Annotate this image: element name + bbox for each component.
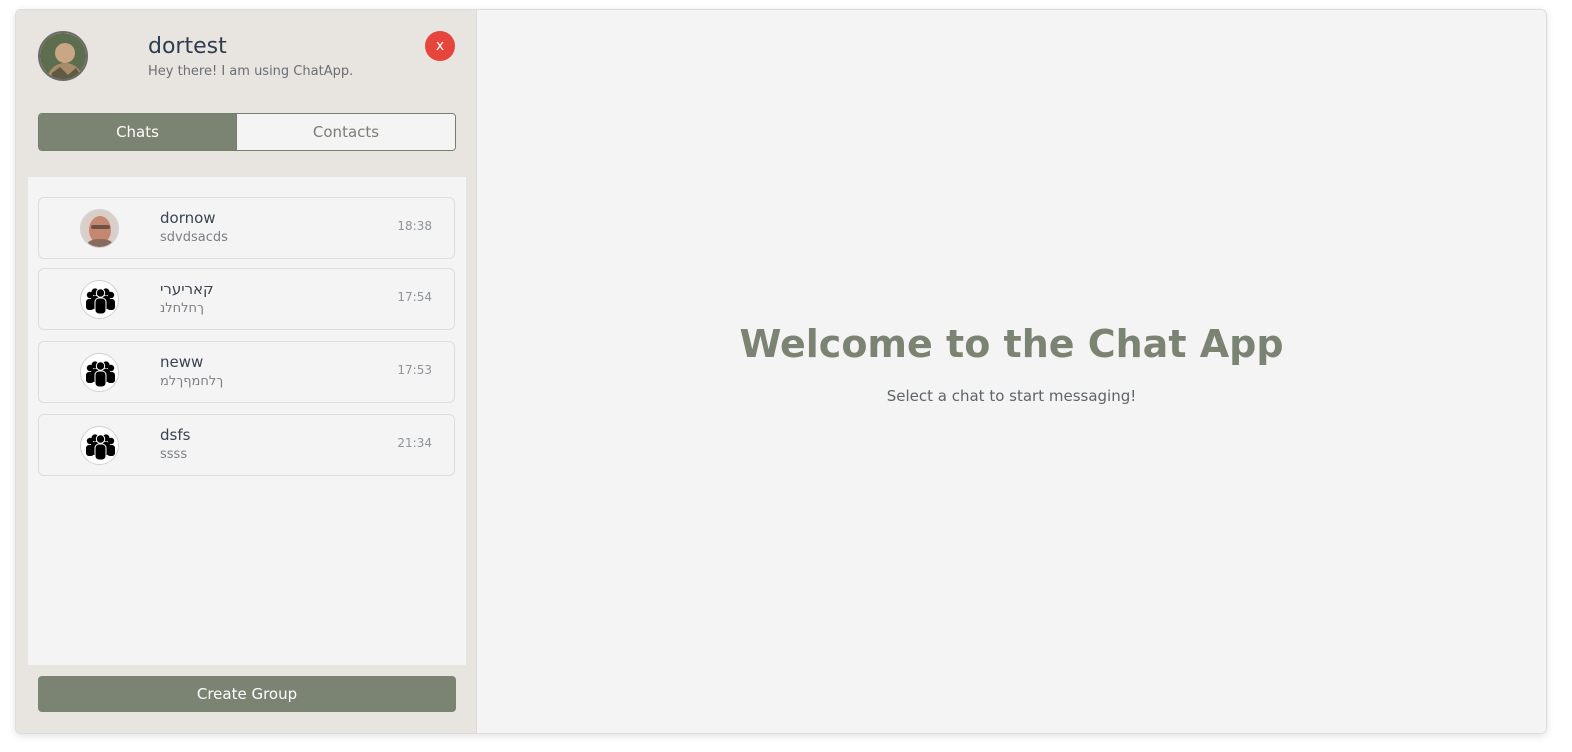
chat-time: 17:53 <box>397 363 432 377</box>
chat-time: 17:54 <box>397 290 432 304</box>
chat-preview: sdvdsacds <box>160 230 228 245</box>
chat-item-dsfs[interactable]: dsfs ssss 21:34 <box>38 414 455 476</box>
chat-preview: ךלחמףךלמ <box>160 374 224 389</box>
tab-chats[interactable]: Chats <box>39 114 236 150</box>
profile-avatar[interactable] <box>38 31 88 81</box>
chat-app-window: dortest Hey there! I am using ChatApp. x… <box>15 9 1547 734</box>
user-photo-avatar-icon <box>81 210 118 247</box>
chat-name: dsfs <box>160 426 191 444</box>
tab-contacts[interactable]: Contacts <box>236 114 455 150</box>
chat-name: dornow <box>160 209 216 227</box>
close-button[interactable]: x <box>425 31 455 61</box>
chat-name: neww <box>160 353 204 371</box>
group-icon <box>81 427 118 464</box>
group-icon <box>81 281 118 318</box>
chat-avatar <box>80 209 119 248</box>
chat-avatar <box>80 426 119 465</box>
chat-avatar <box>80 280 119 319</box>
main-panel: Welcome to the Chat App Select a chat to… <box>477 10 1546 733</box>
chat-avatar <box>80 353 119 392</box>
chat-item-group[interactable]: קאריערי ךחלחלנ 17:54 <box>38 268 455 330</box>
chat-item-dornow[interactable]: dornow sdvdsacds 18:38 <box>38 197 455 259</box>
chat-list: dornow sdvdsacds 18:38 קאריערי ךחלחלנ 17… <box>28 177 466 665</box>
profile-header: dortest Hey there! I am using ChatApp. x <box>16 10 476 105</box>
welcome-subtitle: Select a chat to start messaging! <box>886 387 1137 405</box>
chat-time: 18:38 <box>397 219 432 233</box>
tab-bar: Chats Contacts <box>38 113 456 151</box>
sidebar: dortest Hey there! I am using ChatApp. x… <box>16 10 477 733</box>
chat-name: קאריערי <box>160 280 214 298</box>
profile-name: dortest <box>148 34 227 59</box>
chat-time: 21:34 <box>397 436 432 450</box>
chat-preview: ssss <box>160 447 188 462</box>
chat-preview: ךחלחלנ <box>160 301 204 316</box>
create-group-button[interactable]: Create Group <box>38 676 456 712</box>
group-icon <box>81 354 118 391</box>
profile-status: Hey there! I am using ChatApp. <box>148 64 354 79</box>
chat-item-neww[interactable]: neww ךלחמףךלמ 17:53 <box>38 341 455 403</box>
welcome-title: Welcome to the Chat App <box>739 322 1284 366</box>
user-photo-avatar-icon <box>40 33 86 79</box>
